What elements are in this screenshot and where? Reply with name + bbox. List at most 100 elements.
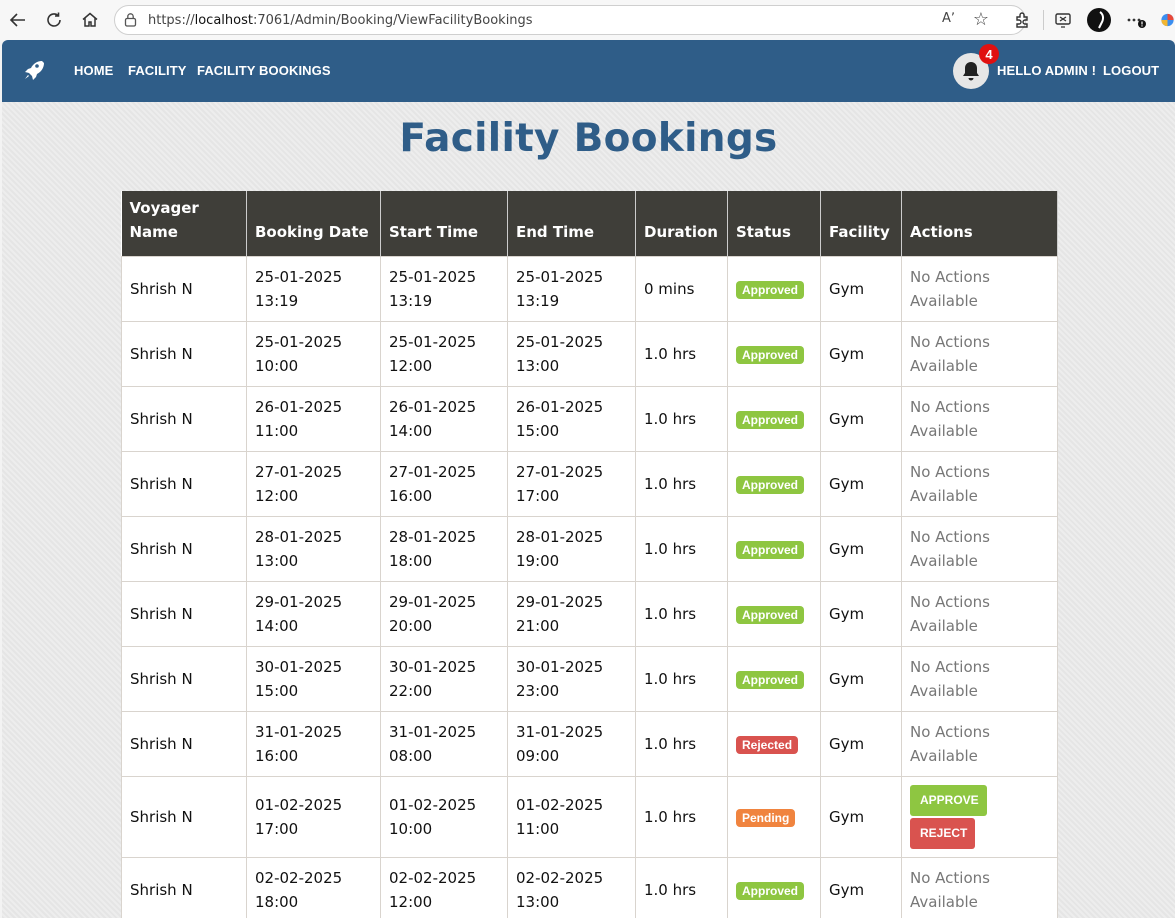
favorite-star-icon[interactable]: ☆ [973, 9, 989, 30]
back-arrow-icon[interactable] [6, 8, 30, 32]
header-duration: Duration [635, 191, 728, 256]
cell-status: Pending [727, 775, 821, 858]
refresh-icon[interactable] [42, 8, 66, 32]
more-options-icon[interactable] [1124, 8, 1148, 32]
cell-status: Approved [727, 255, 821, 322]
cell-booking-date: 31-01-2025 [255, 722, 343, 741]
copilot-icon[interactable] [1160, 8, 1175, 32]
cell-start-date: 02-02-2025 [389, 868, 477, 887]
status-badge: Approved [736, 475, 805, 494]
table-row: Shrish N 25-01-2025 10:00 25-01-2025 12:00 25… [121, 320, 1058, 387]
cell-start-time: 22:00 [389, 681, 433, 700]
cell-start-time: 12:00 [389, 356, 433, 375]
table-row: Shrish N 26-01-2025 11:00 26-01-2025 14:00 26… [121, 385, 1058, 452]
cell-booking-date: 29-01-2025 [255, 592, 343, 611]
cell-end: 29-01-2025 21:00 [507, 580, 636, 647]
cell-start-time: 13:19 [389, 291, 433, 310]
cell-booking: 26-01-2025 11:00 [246, 385, 381, 452]
rocket-logo-icon[interactable] [22, 58, 46, 82]
cell-end-date: 31-01-2025 [516, 722, 604, 741]
cell-end-time: 09:00 [516, 746, 560, 765]
cell-start: 28-01-2025 18:00 [380, 515, 508, 582]
cell-voyager-name: Shrish N [121, 255, 247, 322]
cell-start: 25-01-2025 13:19 [380, 255, 508, 322]
nav-home-link[interactable]: HOME [74, 63, 113, 78]
cell-start: 27-01-2025 16:00 [380, 450, 508, 517]
cell-booking: 30-01-2025 15:00 [246, 645, 381, 712]
address-bar[interactable]: https://localhost:7061/Admin/Booking/Vie… [114, 5, 1026, 35]
table-row: Shrish N 31-01-2025 16:00 31-01-2025 08:00 31… [121, 710, 1058, 777]
cell-end-date: 29-01-2025 [516, 592, 604, 611]
cell-booking-time: 15:00 [255, 681, 299, 700]
cell-facility: Gym [820, 645, 902, 712]
cell-duration: 1.0 hrs [635, 856, 728, 918]
cell-duration: 1.0 hrs [635, 645, 728, 712]
cell-actions: No Actions Available [901, 450, 1058, 517]
cell-end: 30-01-2025 23:00 [507, 645, 636, 712]
home-icon[interactable] [78, 8, 102, 32]
cell-start-date: 25-01-2025 [389, 332, 477, 351]
cell-actions: No Actions Available [901, 385, 1058, 452]
cell-end-date: 28-01-2025 [516, 527, 604, 546]
header-actions: Actions [901, 191, 1058, 256]
approve-button[interactable]: APPROVE [910, 784, 987, 816]
cell-booking: 31-01-2025 16:00 [246, 710, 381, 777]
cell-start: 31-01-2025 08:00 [380, 710, 508, 777]
cell-start-date: 28-01-2025 [389, 527, 477, 546]
table-body: Shrish N 25-01-2025 13:19 25-01-2025 13:19 25… [121, 255, 1058, 918]
header-status: Status [727, 191, 821, 256]
table-row: Shrish N 27-01-2025 12:00 27-01-2025 16:00 27… [121, 450, 1058, 517]
cell-voyager-name: Shrish N [121, 645, 247, 712]
cell-end: 28-01-2025 19:00 [507, 515, 636, 582]
cell-booking-date: 27-01-2025 [255, 462, 343, 481]
cell-start: 25-01-2025 12:00 [380, 320, 508, 387]
header-end-time: End Time [507, 191, 636, 256]
cell-facility: Gym [820, 320, 902, 387]
cell-end-date: 02-02-2025 [516, 868, 604, 887]
header-booking-date: Booking Date [246, 191, 381, 256]
cell-facility: Gym [820, 255, 902, 322]
extensions-icon[interactable] [1010, 8, 1034, 32]
browser-toolbar: https://localhost:7061/Admin/Booking/Vie… [0, 0, 1175, 40]
bell-icon [963, 62, 979, 81]
read-aloud-icon[interactable]: Aʼ [942, 11, 955, 26]
cell-start: 29-01-2025 20:00 [380, 580, 508, 647]
cell-voyager-name: Shrish N [121, 580, 247, 647]
cell-end-time: 21:00 [516, 616, 560, 635]
cell-end: 25-01-2025 13:00 [507, 320, 636, 387]
cell-booking-date: 01-02-2025 [255, 795, 343, 814]
cell-booking: 28-01-2025 13:00 [246, 515, 381, 582]
cell-facility: Gym [820, 580, 902, 647]
table-row: Shrish N 02-02-2025 18:00 02-02-2025 12:00 02… [121, 856, 1058, 918]
cell-booking-time: 13:19 [255, 291, 299, 310]
cell-start-date: 29-01-2025 [389, 592, 477, 611]
screenshot-icon[interactable] [1051, 8, 1075, 32]
table-header-row: Voyager Name Booking Date Start Time End… [121, 191, 1058, 256]
cell-end: 01-02-2025 11:00 [507, 775, 636, 858]
cell-booking: 27-01-2025 12:00 [246, 450, 381, 517]
nav-facility-link[interactable]: FACILITY [128, 63, 187, 78]
cell-end-date: 01-02-2025 [516, 795, 604, 814]
header-voyager-name: Voyager Name [121, 191, 247, 256]
cell-actions: No Actions Available [901, 515, 1058, 582]
cell-start-time: 12:00 [389, 892, 433, 911]
status-badge: Rejected [736, 735, 799, 754]
cell-status: Approved [727, 515, 821, 582]
reject-button[interactable]: REJECT [910, 817, 975, 849]
cell-start: 30-01-2025 22:00 [380, 645, 508, 712]
logout-link[interactable]: LOGOUT [1103, 63, 1159, 78]
cell-booking-date: 26-01-2025 [255, 397, 343, 416]
cell-start-time: 10:00 [389, 819, 433, 838]
cell-booking-date: 25-01-2025 [255, 332, 343, 351]
greeting-link[interactable]: HELLO ADMIN ! [997, 63, 1096, 78]
page-title: Facility Bookings [399, 116, 778, 161]
nav-facility-bookings-link[interactable]: FACILITY BOOKINGS [197, 63, 331, 78]
cell-voyager-name: Shrish N [121, 775, 247, 858]
cell-start: 26-01-2025 14:00 [380, 385, 508, 452]
cell-booking-time: 16:00 [255, 746, 299, 765]
notification-count-badge: 4 [979, 44, 999, 64]
cell-end-date: 25-01-2025 [516, 267, 604, 286]
profile-avatar-icon[interactable] [1087, 8, 1111, 32]
cell-booking-time: 18:00 [255, 892, 299, 911]
cell-duration: 1.0 hrs [635, 580, 728, 647]
